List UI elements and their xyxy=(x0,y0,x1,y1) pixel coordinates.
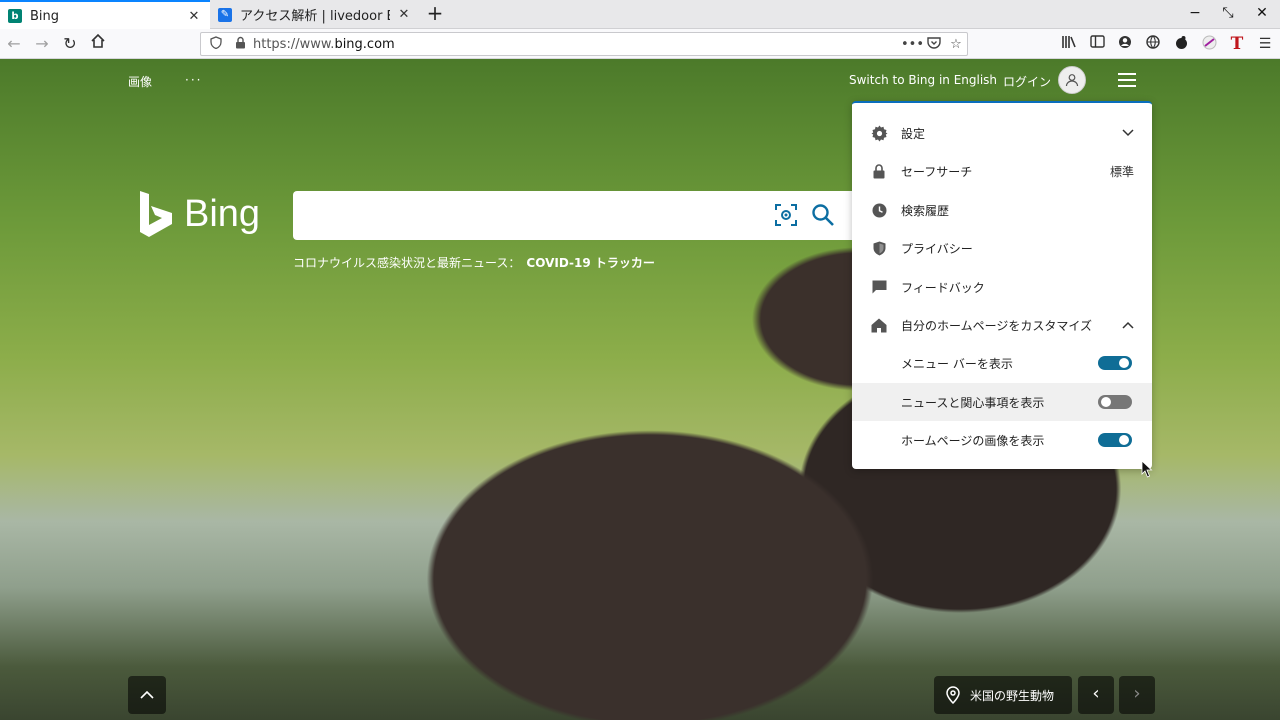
avatar[interactable] xyxy=(1058,66,1086,94)
url-domain: bing.com xyxy=(334,36,395,52)
login-link[interactable]: ログイン xyxy=(1003,73,1051,90)
lock-icon xyxy=(870,162,888,180)
extension-icon[interactable] xyxy=(1172,35,1190,53)
minimize-button[interactable]: − xyxy=(1186,5,1204,21)
livedoor-favicon-icon: ✎ xyxy=(218,7,232,22)
menu-bar-toggle[interactable] xyxy=(1098,356,1132,370)
search-icon[interactable] xyxy=(811,203,835,227)
shield-icon xyxy=(870,239,888,257)
toggle-row-menu-bar[interactable]: メニュー バーを表示 xyxy=(852,344,1152,382)
pocket-icon[interactable] xyxy=(923,36,945,53)
bing-logo-text: Bing xyxy=(184,192,261,235)
gear-icon xyxy=(870,124,888,142)
toggle-row-news[interactable]: ニュースと関心事項を表示 xyxy=(852,383,1152,421)
covid-text: コロナウイルス感染状況と最新ニュース： xyxy=(293,256,521,270)
new-tab-button[interactable]: + xyxy=(424,3,446,25)
toggle-label: メニュー バーを表示 xyxy=(901,356,1013,371)
clock-icon xyxy=(870,201,888,219)
more-link[interactable]: ··· xyxy=(185,73,202,87)
image-info-button[interactable]: 米国の野生動物 xyxy=(934,676,1072,714)
globe-extension-icon[interactable] xyxy=(1144,35,1162,53)
bookmark-star-icon[interactable]: ☆ xyxy=(945,37,967,52)
close-icon[interactable]: ✕ xyxy=(396,7,412,22)
image-info-label: 米国の野生動物 xyxy=(970,688,1055,703)
reload-button[interactable]: ↻ xyxy=(59,33,81,55)
toggle-label: ホームページの画像を表示 xyxy=(901,433,1045,448)
menu-item-label: フィードバック xyxy=(901,280,985,295)
chevron-up-icon xyxy=(1122,318,1134,332)
home-icon xyxy=(91,33,105,48)
sidebar-icon[interactable] xyxy=(1088,35,1106,53)
menu-item-customize-homepage[interactable]: 自分のホームページをカスタマイズ xyxy=(852,306,1152,344)
scroll-up-button[interactable] xyxy=(128,676,166,714)
restore-button[interactable]: ⤡ xyxy=(1219,5,1237,21)
close-window-button[interactable]: ✕ xyxy=(1253,5,1271,21)
navigation-toolbar: ← → ↻ https://www.bing.com ••• ☆ T ☰ xyxy=(0,29,1280,59)
bing-homepage: 画像 ··· Switch to Bing in English ログイン Bi… xyxy=(0,59,1280,720)
covid-tracker-link[interactable]: COVID-19 トラッカー xyxy=(526,256,654,270)
search-input[interactable] xyxy=(293,191,853,240)
images-link[interactable]: 画像 xyxy=(128,73,152,90)
menu-item-label: 検索履歴 xyxy=(901,203,950,218)
menu-icon[interactable]: ☰ xyxy=(1256,35,1274,53)
homepage-image-toggle[interactable] xyxy=(1098,433,1132,447)
covid-banner: コロナウイルス感染状況と最新ニュース： COVID-19 トラッカー xyxy=(293,254,655,271)
safesearch-value: 標準 xyxy=(1109,164,1134,179)
location-pin-icon xyxy=(946,686,960,704)
menu-item-label: セーフサーチ xyxy=(901,164,973,179)
bing-logo[interactable]: Bing xyxy=(138,189,260,239)
menu-item-settings[interactable]: 設定 xyxy=(852,114,1152,152)
tab-livedoor[interactable]: ✎ アクセス解析 | livedoor Blo ✕ xyxy=(210,0,420,29)
home-icon xyxy=(870,316,888,334)
menu-item-search-history[interactable]: 検索履歴 xyxy=(852,191,1152,229)
home-button[interactable] xyxy=(87,33,109,55)
lock-icon[interactable] xyxy=(231,36,249,52)
toggle-label: ニュースと関心事項を表示 xyxy=(901,395,1045,410)
visual-search-icon[interactable] xyxy=(775,204,797,226)
news-toggle[interactable] xyxy=(1098,395,1132,409)
menu-item-label: 自分のホームページをカスタマイズ xyxy=(901,318,1093,333)
next-image-button[interactable]: › xyxy=(1119,676,1155,714)
tab-bing[interactable]: b Bing ✕ xyxy=(0,0,210,30)
url-prefix: https://www. xyxy=(253,36,335,52)
switch-language-link[interactable]: Switch to Bing in English xyxy=(849,73,997,87)
chevron-up-icon xyxy=(140,690,154,699)
account-icon[interactable] xyxy=(1116,35,1134,53)
user-icon xyxy=(1065,74,1079,87)
menu-item-safesearch[interactable]: セーフサーチ 標準 xyxy=(852,152,1152,190)
shield-icon[interactable] xyxy=(207,36,225,52)
chat-icon xyxy=(870,278,888,296)
mouse-cursor-icon xyxy=(1141,460,1153,478)
chevron-down-icon xyxy=(1122,126,1134,140)
settings-menu: 設定 セーフサーチ 標準 検索履歴 プライバシー フィードバック 自分のホームペ… xyxy=(852,101,1152,469)
library-icon[interactable] xyxy=(1060,35,1078,53)
forward-button[interactable]: → xyxy=(31,33,53,55)
menu-item-feedback[interactable]: フィードバック xyxy=(852,268,1152,306)
bing-favicon-icon: b xyxy=(8,9,22,23)
tab-title: Bing xyxy=(30,8,60,24)
back-button[interactable]: ← xyxy=(3,33,25,55)
url-text[interactable]: https://www.bing.com xyxy=(253,37,901,52)
pen-extension-icon[interactable] xyxy=(1200,35,1218,53)
toggle-row-homepage-image[interactable]: ホームページの画像を表示 xyxy=(852,421,1152,459)
page-actions-icon[interactable]: ••• xyxy=(901,37,924,52)
bing-logo-icon xyxy=(140,191,172,237)
tab-title: アクセス解析 | livedoor Blo xyxy=(240,9,390,24)
menu-item-privacy[interactable]: プライバシー xyxy=(852,229,1152,267)
previous-image-button[interactable]: ‹ xyxy=(1078,676,1114,714)
menu-item-label: プライバシー xyxy=(901,241,973,256)
address-bar[interactable]: https://www.bing.com ••• ☆ xyxy=(200,32,968,56)
hamburger-menu-button[interactable] xyxy=(1118,73,1136,87)
menu-item-label: 設定 xyxy=(901,126,926,141)
close-icon[interactable]: ✕ xyxy=(186,9,202,24)
t-extension-icon[interactable]: T xyxy=(1228,35,1246,53)
tab-strip: b Bing ✕ ✎ アクセス解析 | livedoor Blo ✕ + − ⤡… xyxy=(0,0,1280,30)
